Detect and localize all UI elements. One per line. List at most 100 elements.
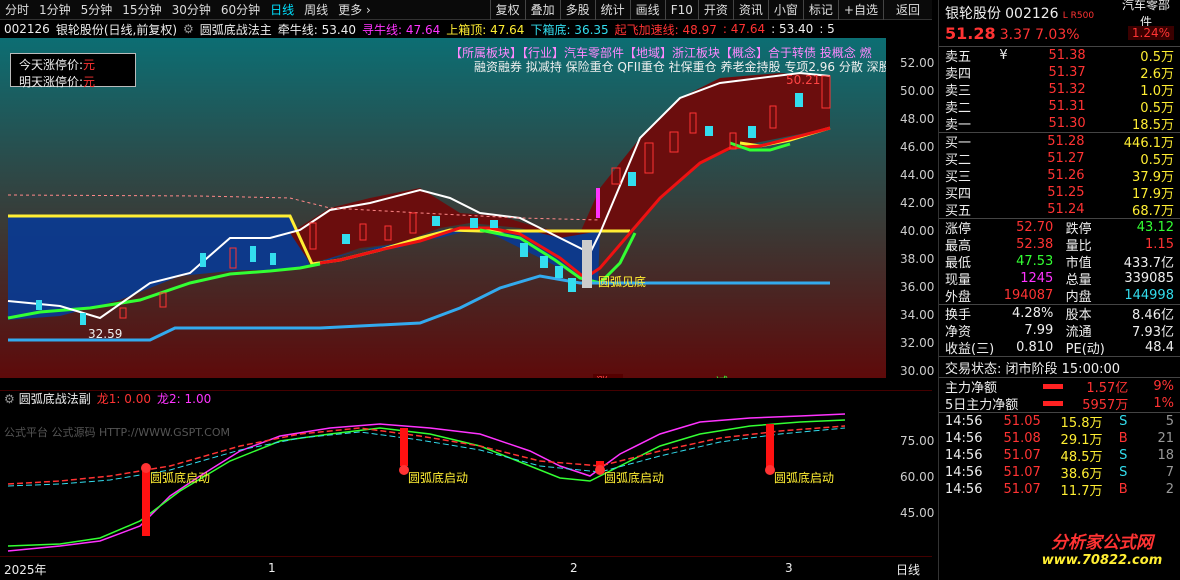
tick-time: 14:56 (945, 448, 983, 463)
stat-value: 339085 (1124, 271, 1174, 286)
stat-value: 4.28% (1012, 306, 1054, 321)
tick-price: 51.08 (1003, 431, 1041, 446)
bid-row: 买三 51.26 37.9万 (939, 167, 1180, 185)
tick-side: S (1119, 414, 1128, 429)
pct-change: 7.03% (1035, 26, 1080, 43)
signal-bar (142, 466, 150, 536)
bid-price: 51.25 (1047, 185, 1085, 200)
ask-level: 卖一 (945, 118, 972, 133)
main-kline-chart[interactable]: 50.21 32.59 圆弧见底 涨 减 (0, 38, 886, 389)
watermark-text: 公式平台 公式源码 HTTP://WWW.GSPT.COM (4, 425, 230, 439)
tab-5min[interactable]: 5分钟 (76, 0, 118, 20)
stats-button[interactable]: 统计 (594, 0, 630, 20)
tick-side: S (1119, 465, 1128, 480)
ytick: 32.00 (900, 336, 935, 350)
tick-side: S (1119, 448, 1128, 463)
stat-value: 43.12 (1136, 220, 1174, 235)
add-watchlist-button[interactable]: +自选 (837, 0, 883, 20)
bid-volume: 68.7万 (1132, 204, 1174, 219)
xtick: 3 (785, 561, 793, 575)
tick-time: 14:56 (945, 465, 983, 480)
ytick: 40.00 (900, 224, 935, 238)
line-qianniu: 牵牛线: 53.40 (277, 22, 357, 37)
today-limit-unit: 元 (83, 58, 96, 72)
sector-pct: 1.24% (1127, 26, 1174, 40)
f10-button[interactable]: F10 (664, 0, 698, 20)
open-button[interactable]: 开资 (697, 0, 733, 20)
bid-price: 51.26 (1047, 168, 1085, 183)
stats-row: 最高 52.38 量比 1.15 (939, 236, 1180, 254)
ask-row: 卖五 ¥51.38 0.5万 (939, 47, 1180, 65)
ytick: 44.00 (900, 168, 935, 182)
jian-label: 减 (716, 375, 728, 378)
bid-row: 买五 51.24 68.7万 (939, 201, 1180, 219)
tomorrow-limit-label: 明天涨停价: (19, 75, 84, 89)
sub-indicator-name[interactable]: 圆弧底战法副 (19, 390, 91, 407)
ask-currency: ¥ (999, 48, 1008, 63)
tab-1min[interactable]: 1分钟 (34, 0, 76, 20)
stat-value: 52.38 (1016, 237, 1054, 252)
zhang-label: 涨 (596, 374, 608, 378)
bid-level: 买五 (945, 204, 972, 219)
mark-button[interactable]: 标记 (802, 0, 838, 20)
sub-settings-icon[interactable]: ⚙ (4, 392, 15, 406)
tick-time: 14:56 (945, 414, 983, 429)
candle (36, 300, 42, 310)
tab-weekly[interactable]: 周线 (299, 0, 333, 20)
tick-count: 7 (1165, 465, 1174, 480)
multi-stock-button[interactable]: 多股 (559, 0, 595, 20)
signal-label: 圆弧底启动 (408, 470, 468, 485)
tab-15min[interactable]: 15分钟 (117, 0, 166, 20)
arc-bottom-label: 圆弧见底 (598, 274, 646, 289)
back-button[interactable]: 返回 (882, 0, 932, 20)
stat-value: 144998 (1124, 288, 1174, 303)
ask-price: 51.30 (1048, 116, 1086, 131)
tick-row: 14:56 51.05 15.8万 S 5 (939, 413, 1180, 431)
news-button[interactable]: 资讯 (732, 0, 768, 20)
fuquan-button[interactable]: 复权 (489, 0, 525, 20)
price-axis: 52.00 50.00 48.00 46.00 44.00 42.00 40.0… (886, 38, 935, 388)
candle (520, 243, 528, 257)
tick-count: 5 (1165, 414, 1174, 429)
tab-60min[interactable]: 60分钟 (216, 0, 265, 20)
bid-row: 买一 51.28 446.1万 (939, 133, 1180, 151)
tab-daily[interactable]: 日线 (265, 0, 299, 20)
tick-count: 21 (1157, 431, 1174, 446)
indicator-header: 002126 银轮股份 (日线,前复权) ⚙ 圆弧底战法主 牵牛线: 53.40… (0, 20, 932, 38)
stat-label: 内盘 (1065, 290, 1092, 305)
price-label-high: 50.21 (786, 73, 820, 87)
tick-row: 14:56 51.07 11.7万 B 2 (939, 481, 1180, 499)
tab-30min[interactable]: 30分钟 (167, 0, 216, 20)
indicator-name[interactable]: 圆弧底战法主 (200, 21, 272, 38)
candle (568, 278, 576, 292)
ask-price: 51.37 (1048, 65, 1086, 80)
stats-row: 最低 47.53 市值 433.7亿 (939, 253, 1180, 271)
bid-book: 买一 51.28 446.1万 买二 51.27 0.5万 买三 51.26 37.9万 买四 51… (939, 133, 1180, 219)
stats-row: 换手 4.28% 股本 8.46亿 (939, 305, 1180, 323)
bid-row: 买二 51.27 0.5万 (939, 150, 1180, 168)
ask-row: 卖二 51.31 0.5万 (939, 98, 1180, 116)
sub-indicator-chart[interactable]: 圆弧底启动 圆弧底启动 圆弧底启动 圆弧底启动 公式平台 公式源码 HTTP:/… (0, 406, 886, 556)
main-chart-svg: 50.21 32.59 圆弧见底 涨 减 (0, 38, 886, 389)
overlay-button[interactable]: 叠加 (524, 0, 560, 20)
stat-value: 1245 (1020, 271, 1054, 286)
draw-line-button[interactable]: 画线 (629, 0, 665, 20)
line-xunniu: 寻牛线: 47.64 (362, 22, 441, 37)
candle (200, 253, 206, 267)
time-axis: 2025年 1 2 3 日线 (0, 556, 932, 580)
bid-price: 51.24 (1047, 202, 1085, 217)
ytick: 42.00 (900, 196, 935, 210)
fund-flows: 主力净额 1.57亿 9% 5日主力净额 5957万 1% (939, 378, 1180, 413)
stat-value: 7.99 (1024, 323, 1054, 338)
mini-window-button[interactable]: 小窗 (767, 0, 803, 20)
tick-row: 14:56 51.07 38.6万 S 7 (939, 464, 1180, 482)
settings-icon[interactable]: ⚙ (183, 22, 194, 36)
tick-price: 51.07 (1003, 448, 1041, 463)
long2-value: 龙2: 1.00 (157, 392, 212, 406)
tab-intraday[interactable]: 分时 (0, 0, 34, 20)
ytick: 34.00 (900, 308, 935, 322)
tick-time: 14:56 (945, 482, 983, 497)
stat-value: 1.15 (1145, 237, 1174, 252)
flow-bar (1042, 384, 1063, 389)
tab-more[interactable]: 更多 › (333, 0, 376, 20)
